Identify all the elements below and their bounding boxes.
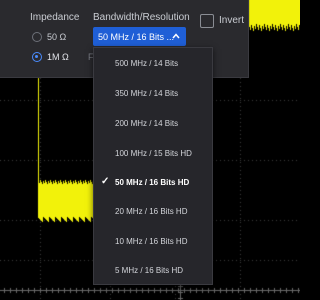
invert-checkbox[interactable]	[200, 14, 214, 28]
chevron-up-icon	[172, 33, 180, 39]
dropdown-option-200mhz[interactable]: 200 MHz / 14 Bits	[94, 113, 212, 133]
option-label: 50 MHz / 16 Bits HD	[115, 177, 190, 187]
bandwidth-dropdown-menu: 500 MHz / 14 Bits 350 MHz / 14 Bits 200 …	[93, 47, 213, 285]
option-label: 5 MHz / 16 Bits HD	[115, 265, 184, 275]
radio-button-selected-icon[interactable]	[32, 52, 42, 62]
option-label: 20 MHz / 16 Bits HD	[115, 206, 188, 216]
option-label: 200 MHz / 14 Bits	[115, 118, 179, 128]
impedance-option-label: 1M Ω	[47, 52, 69, 62]
invert-label: Invert	[219, 15, 245, 26]
radio-button-icon[interactable]	[32, 32, 42, 42]
dropdown-option-500mhz[interactable]: 500 MHz / 14 Bits	[94, 53, 212, 73]
dropdown-option-350mhz[interactable]: 350 MHz / 14 Bits	[94, 83, 212, 103]
dropdown-option-20mhz[interactable]: 20 MHz / 16 Bits HD	[94, 201, 212, 221]
impedance-option-label: 50 Ω	[47, 32, 67, 42]
dropdown-option-5mhz[interactable]: 5 MHz / 16 Bits HD	[94, 260, 212, 280]
bandwidth-resolution-select[interactable]: 50 MHz / 16 Bits ...	[93, 27, 186, 46]
checkmark-icon: ✓	[101, 176, 110, 187]
option-label: 10 MHz / 16 Bits HD	[115, 236, 188, 246]
option-label: 100 MHz / 15 Bits HD	[115, 148, 192, 158]
bandwidth-selected-value: 50 MHz / 16 Bits ...	[98, 31, 175, 42]
option-label: 500 MHz / 14 Bits	[115, 58, 179, 68]
impedance-option-50ohm[interactable]: 50 Ω	[32, 30, 66, 44]
bandwidth-resolution-label: Bandwidth/Resolution	[93, 12, 190, 23]
impedance-label: Impedance	[30, 12, 80, 23]
impedance-option-1mohm[interactable]: 1M Ω	[32, 50, 69, 64]
dropdown-option-100mhz[interactable]: 100 MHz / 15 Bits HD	[94, 143, 212, 163]
dropdown-option-50mhz[interactable]: ✓ 50 MHz / 16 Bits HD	[94, 172, 212, 192]
option-label: 350 MHz / 14 Bits	[115, 88, 179, 98]
dropdown-option-10mhz[interactable]: 10 MHz / 16 Bits HD	[94, 231, 212, 251]
